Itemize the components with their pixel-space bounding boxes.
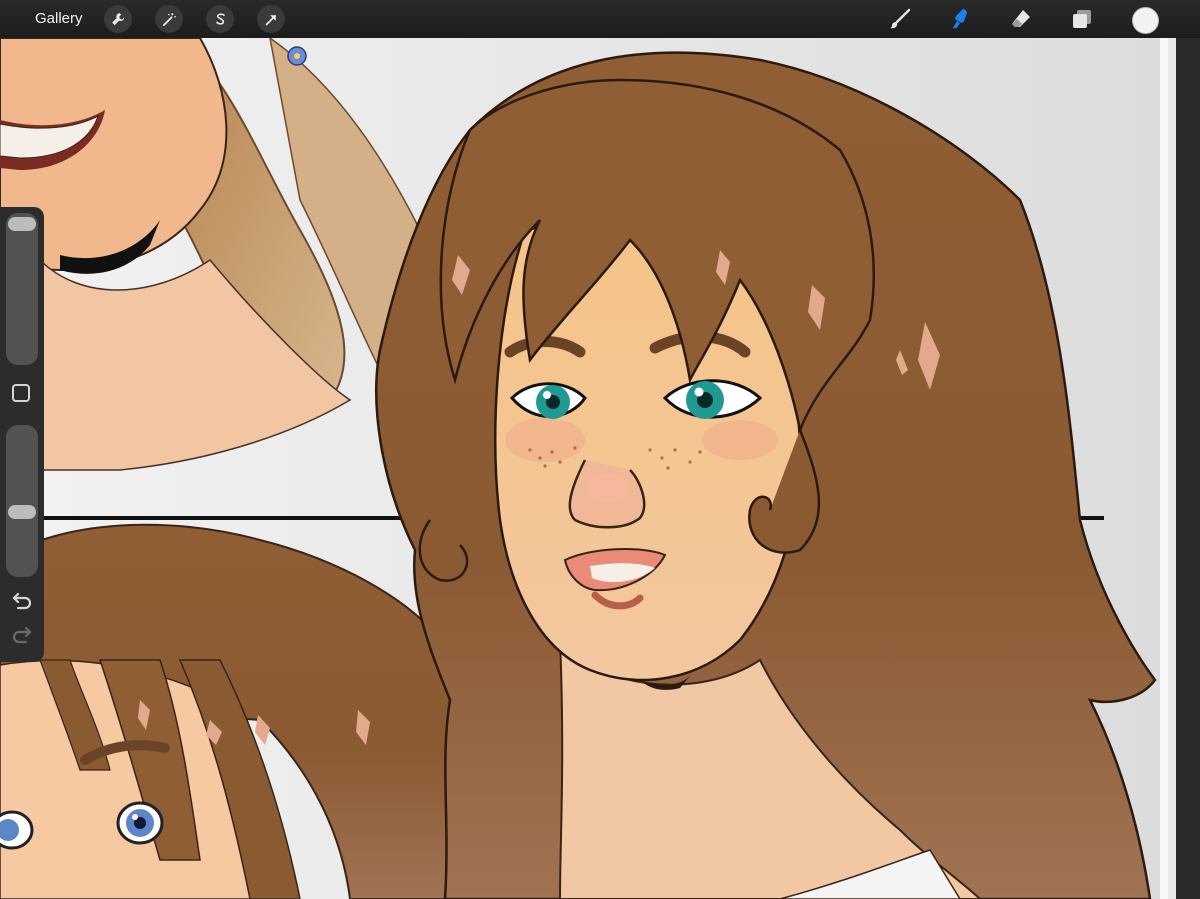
magic-wand-icon [162, 12, 176, 26]
eraser-icon [1012, 10, 1030, 27]
adjustments-button[interactable] [155, 5, 183, 33]
canvas-edge-strip [1168, 38, 1200, 899]
color-picker-button[interactable] [1132, 7, 1159, 34]
brush-size-knob[interactable] [8, 217, 36, 231]
brush-icon [890, 8, 911, 29]
layers-icon [1073, 10, 1091, 28]
selection-button[interactable] [206, 5, 234, 33]
brush-button[interactable] [887, 6, 913, 32]
top-toolbar: Gallery [0, 0, 1200, 38]
arrow-transform-icon [265, 14, 276, 25]
left-sidebar [0, 207, 44, 662]
undo-icon[interactable] [10, 593, 34, 613]
opacity-slider[interactable] [6, 425, 38, 577]
redo-icon[interactable] [10, 627, 34, 647]
drawing-canvas[interactable] [0, 38, 1168, 899]
wrench-icon [111, 12, 124, 25]
modify-button[interactable] [12, 384, 30, 402]
opacity-knob[interactable] [8, 505, 36, 519]
layers-button[interactable] [1069, 6, 1095, 32]
gallery-button[interactable]: Gallery [35, 10, 83, 27]
artwork [0, 38, 1168, 899]
actions-button[interactable] [104, 5, 132, 33]
brush-size-slider[interactable] [6, 213, 38, 365]
selection-s-icon [215, 12, 225, 25]
eraser-button[interactable] [1008, 6, 1034, 32]
smudge-icon [953, 9, 967, 29]
smudge-button[interactable] [947, 6, 973, 32]
transform-button[interactable] [257, 5, 285, 33]
